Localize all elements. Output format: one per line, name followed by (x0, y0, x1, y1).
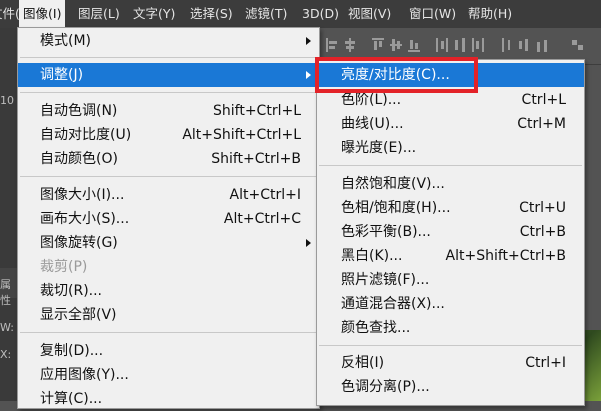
menu-item-color-lookup[interactable]: 颜色查找... (317, 316, 584, 340)
menu-item-canvas-size[interactable]: 画布大小(S)... Alt+Ctrl+C (18, 207, 319, 231)
ruler-number: 10 (0, 94, 14, 107)
submenu-arrow-icon (306, 71, 311, 79)
menu-bar: 文件(F) 图像(I) 图层(L) 文字(Y) 选择(S) 滤镜(T) 3D(D… (0, 0, 601, 29)
distribute-right-icon[interactable] (472, 38, 484, 52)
menu-separator (319, 165, 582, 166)
menu-item-vibrance[interactable]: 自然饱和度(V)... (317, 172, 584, 196)
align-top-icon[interactable] (372, 38, 384, 52)
align-bottom-icon[interactable] (408, 38, 420, 52)
left-panel-strip: 10 属性 W: X: (0, 28, 18, 401)
menu-item-posterize[interactable]: 色调分离(P)... (317, 375, 584, 399)
properties-panel-label: 属性 (0, 278, 11, 307)
menu-item-photo-filter[interactable]: 照片滤镜(F)... (317, 268, 584, 292)
properties-panel-tab[interactable]: 属性 (0, 268, 18, 307)
image-menu: 模式(M) 调整(J) 自动色调(N) Shift+Ctrl+L 自动对比度(U… (17, 27, 320, 409)
menu-filter[interactable]: 滤镜(T) (241, 0, 291, 28)
auto-align-icon[interactable] (572, 38, 584, 52)
menu-select[interactable]: 选择(S) (186, 0, 237, 28)
menu-type[interactable]: 文字(Y) (129, 0, 179, 28)
menu-separator (20, 57, 317, 58)
menu-item-invert[interactable]: 反相(I) Ctrl+I (317, 351, 584, 375)
menu-item-duplicate[interactable]: 复制(D)... (18, 339, 319, 363)
distribute-horizontal-icon[interactable] (518, 38, 530, 52)
menu-item-crop: 裁剪(P) (40, 259, 88, 275)
menu-item-exposure[interactable]: 曝光度(E)... (317, 136, 584, 160)
distribute-bottom-icon[interactable] (536, 38, 548, 52)
menu-item-auto-color[interactable]: 自动颜色(O) Shift+Ctrl+B (18, 147, 319, 171)
menu-item-adjustments[interactable]: 调整(J) (18, 63, 319, 87)
submenu-arrow-icon (306, 37, 311, 45)
menu-item-black-white[interactable]: 黑白(K)... Alt+Shift+Ctrl+B (317, 244, 584, 268)
menu-item-apply-image[interactable]: 应用图像(Y)... (18, 363, 319, 387)
menu-item-auto-contrast[interactable]: 自动对比度(U) Alt+Shift+Ctrl+L (18, 123, 319, 147)
menu-3d[interactable]: 3D(D) (298, 0, 343, 28)
menu-separator (319, 345, 582, 346)
menu-help[interactable]: 帮助(H) (464, 0, 516, 28)
menu-separator (20, 332, 317, 333)
align-middle-icon[interactable] (390, 38, 402, 52)
menu-window[interactable]: 窗口(W) (405, 0, 460, 28)
menu-item-mode[interactable]: 模式(M) (18, 29, 319, 53)
menu-view[interactable]: 视图(V) (344, 0, 395, 28)
menu-item-curves[interactable]: 曲线(U)... Ctrl+M (317, 112, 584, 136)
distribute-center-icon[interactable] (454, 38, 466, 52)
distribute-left-icon[interactable] (436, 38, 448, 52)
x-field-label: X: (0, 348, 12, 361)
menu-item-auto-tone[interactable]: 自动色调(N) Shift+Ctrl+L (18, 99, 319, 123)
align-left-icon[interactable] (326, 38, 338, 52)
menu-image[interactable]: 图像(I) (19, 0, 66, 28)
menu-separator (20, 92, 317, 93)
menu-item-image-size[interactable]: 图像大小(I)... Alt+Ctrl+I (18, 183, 319, 207)
menu-layer[interactable]: 图层(L) (74, 0, 124, 28)
highlight-callout-box (315, 57, 478, 93)
align-center-icon[interactable] (344, 38, 356, 52)
adjustments-submenu: 亮度/对比度(C)... 色阶(L)... Ctrl+L 曲线(U)... Ct… (316, 59, 585, 406)
menu-item-channel-mixer[interactable]: 通道混合器(X)... (317, 292, 584, 316)
menu-item-color-balance[interactable]: 色彩平衡(B)... Ctrl+B (317, 220, 584, 244)
distribute-vertical-icon[interactable] (500, 38, 512, 52)
menu-item-image-rotation[interactable]: 图像旋转(G) (18, 231, 319, 255)
menu-item-reveal-all[interactable]: 显示全部(V) (18, 303, 319, 327)
width-field-label: W: (0, 321, 14, 334)
menu-separator (20, 176, 317, 177)
menu-item-trim[interactable]: 裁切(R)... (18, 279, 319, 303)
menu-item-calculations[interactable]: 计算(C)... (18, 387, 319, 411)
menu-item-hue-saturation[interactable]: 色相/饱和度(H)... Ctrl+U (317, 196, 584, 220)
submenu-arrow-icon (306, 239, 311, 247)
